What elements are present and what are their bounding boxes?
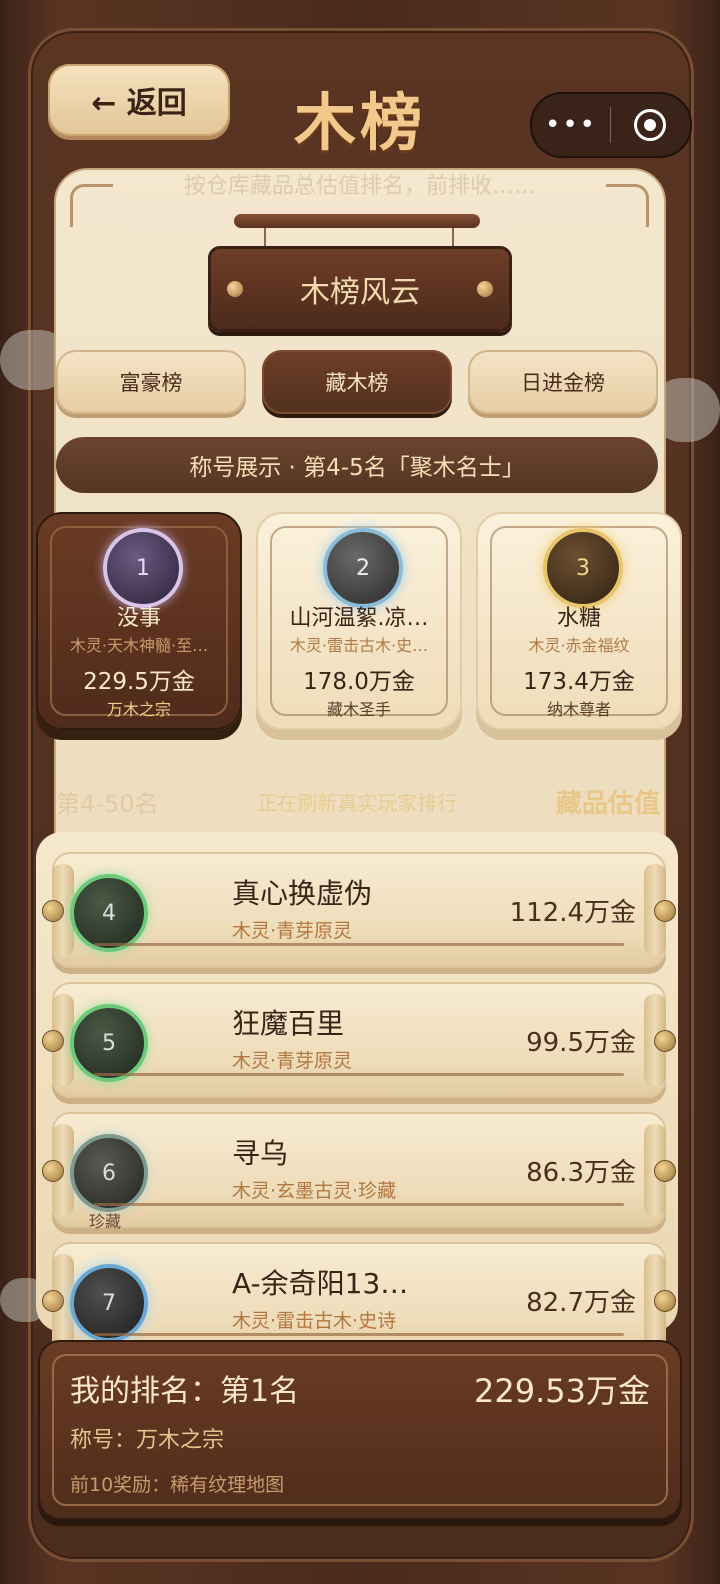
player-name: 水糖 [556, 606, 601, 631]
scroll-knob-icon [42, 900, 64, 922]
more-menu-button[interactable]: ••• [532, 110, 610, 140]
scroll-knob-icon [42, 1160, 64, 1182]
my-rank-card: 我的排名：第1名 229.53万金 称号：万木之宗 前10奖励：稀有纹理地图 [38, 1340, 682, 1520]
player-value: 86.3万金 [526, 1158, 636, 1188]
title-showcase-banner: 称号展示 · 第4-5名「聚木名士」 [56, 437, 658, 493]
tab-label: 日进金榜 [521, 371, 605, 395]
rarity-badge: 珍藏 [88, 1212, 121, 1231]
rank-medal-icon: 6 [70, 1134, 148, 1212]
player-title: 藏木圣手 [326, 700, 391, 719]
player-wood-spirit: 木灵·雷击古木·史诗 [232, 1310, 397, 1332]
rank-medal-icon: 1 [103, 528, 183, 608]
player-title: 万木之宗 [106, 700, 171, 719]
corner-ornament-tl [70, 184, 113, 227]
player-value: 229.5万金 [83, 669, 195, 695]
stud-icon [477, 281, 493, 297]
player-value: 99.5万金 [526, 1028, 636, 1058]
tab-rich-list[interactable]: 富豪榜 [56, 350, 246, 414]
list-item[interactable]: 6 珍藏 寻乌 木灵·玄墨古灵·珍藏 86.3万金 [42, 1112, 676, 1231]
player-wood-spirit: 木灵·天木神髓·至… [69, 636, 209, 655]
player-name: 寻乌 [232, 1137, 289, 1170]
tab-label: 藏木榜 [325, 371, 389, 395]
mini-program-capsule: ••• [530, 92, 692, 158]
scroll-knob-icon [42, 1030, 64, 1052]
back-button[interactable]: ← 返回 [48, 64, 230, 136]
player-wood-spirit: 木灵·赤金福纹 [528, 636, 630, 655]
player-name: 真心换虚伪 [232, 877, 373, 910]
my-rank-text: 我的排名：第1名 [70, 1374, 300, 1409]
rank-medal-icon: 5 [70, 1004, 148, 1082]
player-wood-spirit: 木灵·青芽原灵 [232, 920, 353, 942]
plaque-hanger [234, 214, 480, 228]
tab-label: 富豪榜 [119, 371, 183, 395]
podium-card-2[interactable]: 2 山河温絮.凉… 木灵·雷击古木·史… 178.0万金 藏木圣手 [256, 512, 462, 730]
list-item[interactable]: 5 狂魔百里 木灵·青芽原灵 99.5万金 [42, 982, 676, 1098]
back-button-label: ← 返回 [91, 86, 187, 121]
scroll-knob-icon [654, 1290, 676, 1312]
plaque-title-text: 木榜风云 [300, 275, 420, 310]
stud-icon [227, 281, 243, 297]
player-wood-spirit: 木灵·玄墨古灵·珍藏 [232, 1180, 397, 1202]
player-name: 没事 [116, 606, 161, 631]
my-title: 称号：万木之宗 [70, 1428, 225, 1453]
page-title: 木榜 [293, 86, 426, 159]
player-title: 纳木尊者 [546, 700, 611, 719]
rank-medal-icon: 2 [323, 528, 403, 608]
close-mini-program-button[interactable] [611, 109, 689, 141]
scroll-knob-icon [42, 1290, 64, 1312]
player-value: 112.4万金 [509, 898, 636, 928]
player-name: 狂魔百里 [232, 1007, 345, 1040]
scroll-knob-icon [654, 1030, 676, 1052]
player-value: 178.0万金 [303, 669, 415, 695]
player-value: 82.7万金 [526, 1288, 636, 1318]
corner-ornament-tr [606, 184, 649, 227]
list-header: 第4-50名 正在刷新真实玩家排行 藏品估值 [56, 786, 660, 819]
list-status-text: 正在刷新真实玩家排行 [257, 790, 458, 815]
rank-medal-icon: 4 [70, 874, 148, 952]
podium-card-3[interactable]: 3 水糖 木灵·赤金福纹 173.4万金 纳木尊者 [476, 512, 682, 730]
tab-daily-earnings[interactable]: 日进金榜 [468, 350, 658, 414]
player-name: A-余奇阳13… [232, 1267, 409, 1300]
tab-collection-list[interactable]: 藏木榜 [262, 350, 452, 414]
player-name: 山河温絮.凉… [289, 606, 429, 631]
player-wood-spirit: 木灵·雷击古木·史… [289, 636, 429, 655]
list-item[interactable]: 4 真心换虚伪 木灵·青芽原灵 112.4万金 [42, 852, 676, 968]
my-reward: 前10奖励：稀有纹理地图 [70, 1474, 285, 1496]
plaque-title: 木榜风云 [208, 246, 512, 332]
scroll-knob-icon [654, 900, 676, 922]
rank-medal-icon: 7 [70, 1264, 148, 1342]
rank-medal-icon: 3 [543, 528, 623, 608]
player-wood-spirit: 木灵·青芽原灵 [232, 1050, 353, 1072]
list-range-label: 第4-50名 [56, 789, 159, 818]
list-metric-label: 藏品估值 [555, 788, 660, 819]
my-value: 229.53万金 [474, 1372, 650, 1410]
player-value: 173.4万金 [523, 669, 635, 695]
target-icon [634, 109, 666, 141]
scroll-knob-icon [654, 1160, 676, 1182]
podium-card-1[interactable]: 1 没事 木灵·天木神髓·至… 229.5万金 万木之宗 [36, 512, 242, 730]
